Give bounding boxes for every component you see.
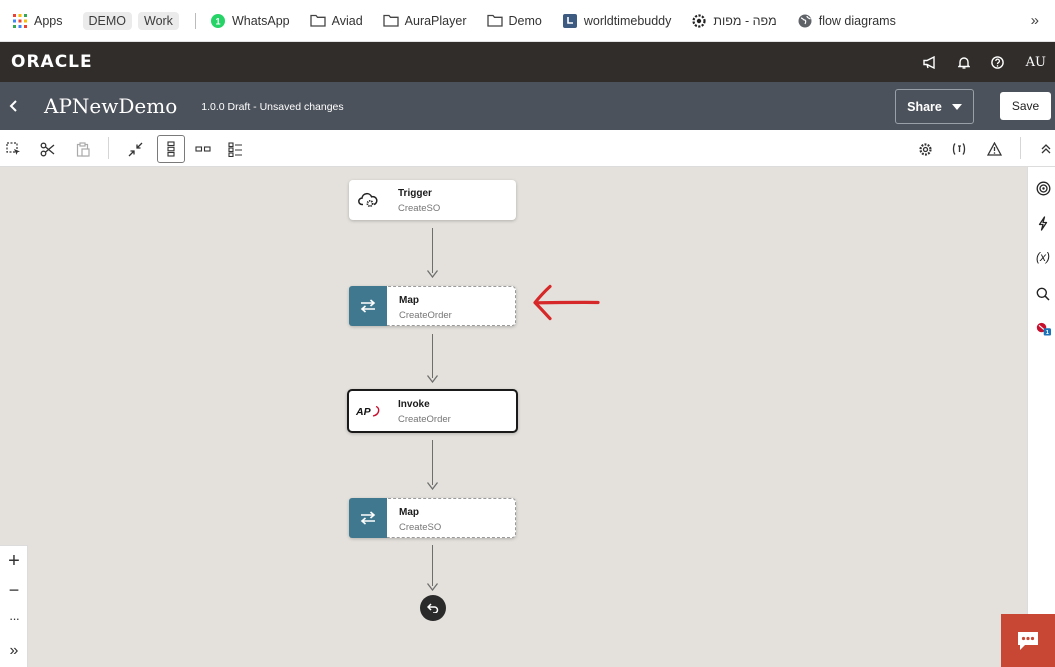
paste-clipboard-icon[interactable] bbox=[72, 138, 94, 160]
zoom-controls: + − ··· » bbox=[0, 545, 28, 667]
whatsapp-icon: 1 bbox=[210, 13, 226, 29]
user-avatar[interactable]: AU bbox=[1026, 55, 1046, 70]
flow-node-invoke[interactable]: AP Invoke CreateOrder bbox=[347, 389, 518, 433]
connector-arrowhead bbox=[427, 583, 438, 591]
warning-triangle-icon[interactable] bbox=[983, 138, 1005, 160]
node-title: Invoke bbox=[398, 399, 430, 410]
expand-panel-button[interactable]: » bbox=[4, 641, 24, 661]
connector-arrowhead bbox=[427, 482, 438, 490]
integration-status: 1.0.0 Draft - Unsaved changes bbox=[201, 101, 344, 113]
bookmark-label: מפה - מפות bbox=[713, 13, 777, 28]
variables-icon[interactable]: (x) bbox=[1033, 249, 1053, 265]
bookmark-label: AuraPlayer bbox=[404, 13, 467, 28]
share-label: Share bbox=[907, 99, 942, 114]
bookmark-auraplayer[interactable]: AuraPlayer bbox=[383, 10, 467, 32]
chat-bubble-icon bbox=[1018, 631, 1038, 650]
integration-titlebar: APNewDemo 1.0.0 Draft - Unsaved changes … bbox=[0, 82, 1055, 130]
horizontal-layout-icon[interactable] bbox=[192, 138, 214, 160]
more-options-button[interactable]: ··· bbox=[4, 608, 24, 628]
zoom-out-button[interactable]: − bbox=[4, 580, 24, 600]
lightning-icon[interactable] bbox=[1035, 215, 1051, 231]
apps-grid-icon bbox=[12, 13, 28, 29]
bookmark-whatsapp[interactable]: 1 WhatsApp bbox=[210, 10, 290, 32]
connector-line bbox=[432, 440, 433, 485]
return-arrow-icon bbox=[427, 603, 439, 613]
connector-arrowhead bbox=[427, 375, 438, 383]
vertical-layout-icon[interactable] bbox=[157, 135, 185, 163]
bookmark-label: Demo bbox=[508, 13, 542, 28]
zoom-in-button[interactable]: + bbox=[4, 550, 24, 572]
map-arrows-icon bbox=[349, 286, 387, 326]
collapse-arrows-icon[interactable] bbox=[124, 138, 146, 160]
announcements-icon[interactable] bbox=[922, 54, 938, 70]
connector-line bbox=[432, 545, 433, 586]
chat-assistant-button[interactable] bbox=[1001, 614, 1055, 667]
help-icon[interactable] bbox=[990, 54, 1006, 70]
oracle-header: ORACLE AU bbox=[0, 42, 1055, 82]
node-title: Map bbox=[399, 295, 419, 306]
collapse-chevron-up-icon[interactable] bbox=[1035, 138, 1055, 160]
bookmark-demo[interactable]: Demo bbox=[486, 10, 542, 32]
flow-node-map[interactable]: Map CreateSO bbox=[349, 498, 516, 538]
bookmark-label: Apps bbox=[34, 13, 63, 28]
whatsapp-badge: 1 bbox=[215, 16, 220, 26]
settings-gear-icon[interactable] bbox=[914, 138, 936, 160]
node-subtitle: CreateOrder bbox=[399, 310, 452, 321]
canvas-toolbar bbox=[0, 130, 1055, 167]
integration-name: APNewDemo bbox=[44, 94, 178, 118]
cloud-trigger-icon bbox=[349, 180, 387, 220]
error-status-icon[interactable]: 1 bbox=[1035, 321, 1051, 337]
flow-node-map[interactable]: Map CreateOrder bbox=[349, 286, 516, 326]
node-title: Map bbox=[399, 507, 419, 518]
node-title: Trigger bbox=[398, 188, 432, 199]
folder-icon bbox=[309, 13, 326, 29]
ap-adapter-icon: AP bbox=[349, 391, 387, 431]
globe-icon bbox=[797, 13, 813, 29]
select-area-icon[interactable] bbox=[2, 138, 24, 160]
annotation-arrow bbox=[533, 284, 600, 321]
back-chevron-icon[interactable] bbox=[9, 100, 25, 112]
node-subtitle: CreateSO bbox=[398, 203, 441, 214]
folder-icon bbox=[486, 13, 503, 29]
flow-node-trigger[interactable]: Trigger CreateSO bbox=[349, 180, 516, 220]
bookmark-label: flow diagrams bbox=[818, 13, 896, 28]
more-bookmarks-icon[interactable]: » bbox=[1031, 12, 1039, 29]
bookmark-worldtimebuddy[interactable]: worldtimebuddy bbox=[562, 10, 672, 32]
toolbar-separator bbox=[108, 137, 109, 159]
notifications-bell-icon[interactable] bbox=[956, 54, 972, 70]
bookmark-apps[interactable]: Apps bbox=[12, 10, 63, 32]
pseudo-view-icon[interactable] bbox=[224, 138, 246, 160]
flow-end-node[interactable] bbox=[420, 595, 446, 621]
bookmarks-bar: Apps DEMO Work 1 WhatsApp Aviad AuraPlay… bbox=[0, 0, 1055, 42]
search-icon[interactable] bbox=[1035, 286, 1051, 302]
cut-scissors-icon[interactable] bbox=[36, 138, 58, 160]
save-button[interactable]: Save bbox=[1000, 92, 1051, 120]
tracking-variable-icon[interactable] bbox=[948, 138, 970, 160]
caret-down-icon bbox=[951, 103, 962, 110]
map-arrows-icon bbox=[349, 498, 387, 538]
bookmark-label: Aviad bbox=[331, 13, 363, 28]
bookmark-chip-demo[interactable]: DEMO bbox=[82, 11, 132, 30]
bookmark-chip-work[interactable]: Work bbox=[138, 11, 179, 30]
bookmark-aviad[interactable]: Aviad bbox=[309, 10, 363, 32]
toolbar-separator bbox=[1020, 137, 1021, 159]
bookmark-flow-diagrams[interactable]: flow diagrams bbox=[797, 10, 896, 32]
connector-line bbox=[432, 334, 433, 378]
bookmark-maps[interactable]: מפה - מפות bbox=[691, 10, 777, 32]
connector-line bbox=[432, 228, 433, 273]
gear-icon bbox=[691, 13, 707, 29]
bookmarks-separator bbox=[194, 12, 196, 29]
adapter-icon-text: AP bbox=[355, 406, 372, 418]
bookmark-label: worldtimebuddy bbox=[583, 13, 672, 28]
folder-icon bbox=[383, 13, 399, 29]
connector-arrowhead bbox=[427, 270, 438, 278]
clock-icon bbox=[562, 13, 578, 29]
bookmark-label: WhatsApp bbox=[231, 13, 290, 28]
right-rail: (x) 1 bbox=[1027, 167, 1055, 667]
oracle-logo[interactable]: ORACLE bbox=[11, 52, 93, 72]
node-subtitle: CreateOrder bbox=[398, 414, 451, 425]
target-icon[interactable] bbox=[1035, 180, 1051, 196]
share-button[interactable]: Share bbox=[895, 89, 974, 124]
node-subtitle: CreateSO bbox=[399, 522, 442, 533]
